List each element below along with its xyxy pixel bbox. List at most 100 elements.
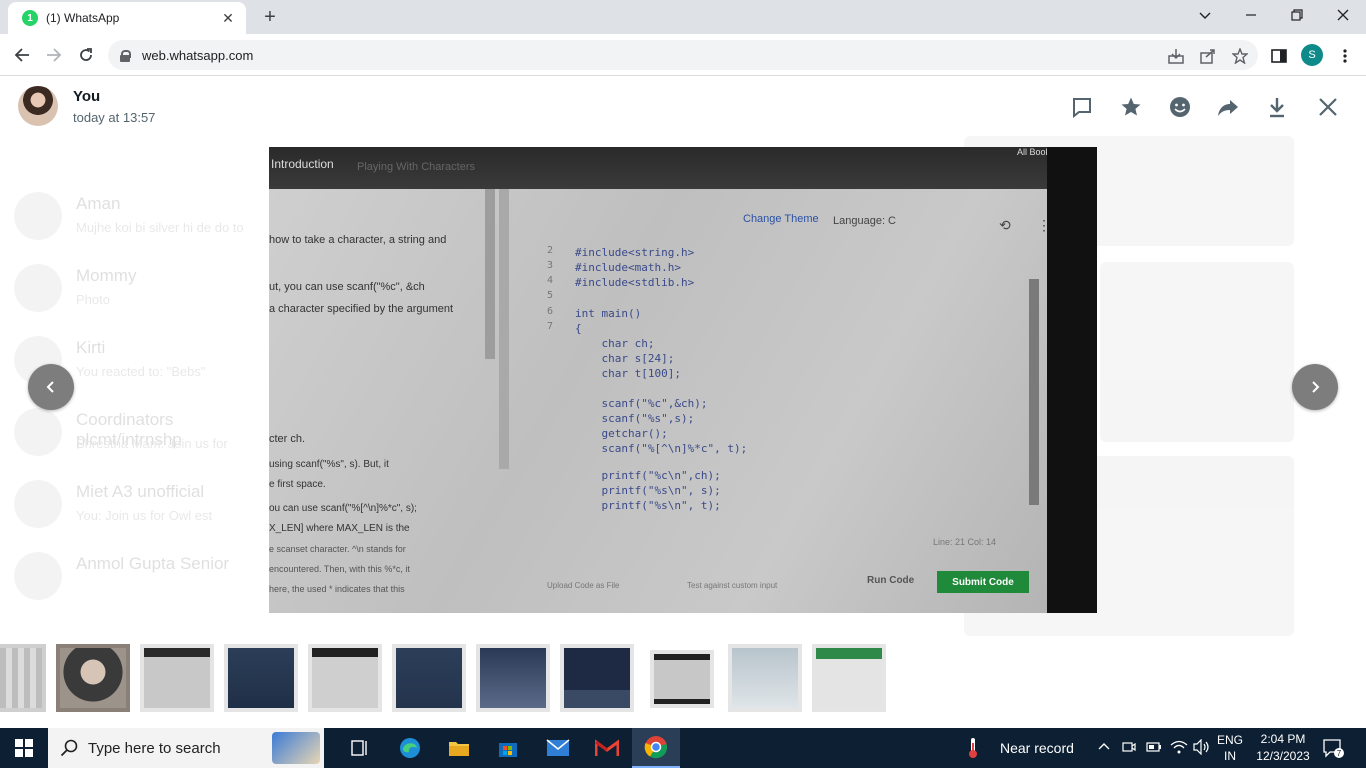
microsoft-store-icon[interactable] [484,728,532,768]
lock-icon [120,49,131,62]
restore-button[interactable] [1274,0,1320,30]
thumbnail-selected[interactable] [648,648,716,710]
react-emoji-icon[interactable] [1167,94,1193,120]
share-icon[interactable] [1199,47,1217,65]
clock-time: 2:04 PM [1260,732,1306,746]
avatar [14,264,62,312]
photo-problem-line: cter ch. [269,433,306,445]
chat-row: Aman Mujhe koi bi silver hi de do to [14,186,264,246]
close-window-button[interactable] [1320,0,1366,30]
sender-avatar [18,86,58,126]
photo-tab-introduction: Introduction [271,157,334,171]
notification-center-icon[interactable]: 7 [1322,738,1344,761]
more-menu-icon[interactable] [1336,47,1354,65]
address-bar[interactable]: web.whatsapp.com [108,40,1258,70]
input-language[interactable]: ENG IN [1217,733,1243,763]
chevron-left-icon [46,381,54,393]
avatar [14,408,62,456]
photo-status: Line: 21 Col: 14 [933,537,997,547]
region-code: IN [1224,749,1236,763]
thumbnail[interactable] [474,642,552,714]
notification-badge: 7 [1337,749,1342,758]
windows-taskbar: Type here to search Near record ENG IN 2… [0,728,1366,768]
gmail-icon[interactable] [583,728,631,768]
close-tab-icon[interactable]: ✕ [220,10,236,27]
photo-code-line: #include<stdlib.h> [575,276,695,289]
forward-icon[interactable] [1215,94,1241,120]
windows-start-icon[interactable] [0,728,48,768]
photo-line-number: 4 [547,275,554,286]
browser-tab-strip: 1 (1) WhatsApp ✕ + [0,0,1366,34]
photo-code-line: printf("%s\n", t); [575,499,721,512]
download-icon[interactable] [1264,94,1290,120]
photo-reset-icon: ⟲ [999,217,1011,233]
mail-icon[interactable] [534,728,582,768]
thumbnail[interactable] [0,642,48,714]
photo-change-theme: Change Theme [743,213,819,225]
thumbnail-strip [0,642,1366,718]
photo-problem-line: using scanf("%s", s). But, it [269,459,389,470]
photo-code-line: #include<math.h> [575,261,681,274]
volume-icon[interactable] [1193,738,1211,758]
thumbnail[interactable] [558,642,636,714]
photo-code-line: #include<string.h> [575,246,695,259]
edge-browser-icon[interactable] [386,728,434,768]
avatar [14,480,62,528]
forward-arrow-icon[interactable] [42,43,66,67]
photo-problem-line: ut, you can use scanf("%c", &ch [269,281,425,293]
go-to-message-icon[interactable] [1069,94,1095,120]
photo-editor-scrollbar [1029,279,1039,505]
chevron-up-icon[interactable] [1097,740,1111,757]
thumbnail[interactable] [306,642,384,714]
task-view-icon[interactable] [336,728,384,768]
new-tab-button[interactable]: + [258,6,282,28]
side-panel-icon[interactable] [1270,47,1288,65]
photo-problem-line: a character specified by the argument [269,303,454,315]
chat-row: Mommy Photo [14,258,264,318]
star-icon[interactable] [1118,94,1144,120]
chrome-icon[interactable] [632,728,680,768]
thumbnail[interactable] [138,642,216,714]
clock[interactable]: 2:04 PM 12/3/2023 [1256,732,1310,763]
photo-line-number: 5 [547,290,554,301]
tab-search-chevron-icon[interactable] [1182,0,1228,30]
close-viewer-icon[interactable] [1315,94,1341,120]
bookmark-star-icon[interactable] [1231,47,1249,65]
chat-row: Miet A3 unofficial You: Join us for Owl … [14,474,264,534]
photo-code-line: char t[100]; [575,367,681,380]
file-explorer-icon[interactable] [435,728,483,768]
photo-code-line: printf("%s\n", s); [575,484,721,497]
language-code: ENG [1217,733,1244,747]
thumbnail[interactable] [222,642,300,714]
previous-media-button[interactable] [28,364,74,410]
taskbar-search-box[interactable]: Type here to search [48,728,324,768]
next-media-button[interactable] [1292,364,1338,410]
clock-date: 12/3/2023 [1256,749,1310,763]
photo-bezel [1047,147,1097,613]
wifi-icon[interactable] [1170,739,1188,758]
message-timestamp: today at 13:57 [73,110,156,125]
chat-row: Anmol Gupta Senior [14,546,264,606]
tab-whatsapp[interactable]: 1 (1) WhatsApp ✕ [8,2,246,34]
chat-last-message: Photo [76,292,110,307]
media-viewer: Aman Mujhe koi bi silver hi de do to Mom… [0,76,1366,728]
search-icon [60,739,78,757]
back-arrow-icon[interactable] [10,43,34,67]
profile-avatar[interactable]: S [1301,44,1323,66]
minimize-button[interactable] [1228,0,1274,30]
battery-icon[interactable] [1146,740,1162,757]
meet-now-icon[interactable] [1122,740,1136,757]
photo-code-line: scanf("%[^\n]%*c", t); [575,442,748,455]
weather-text[interactable]: Near record [1000,740,1074,756]
thumbnail[interactable] [810,642,888,714]
thumbnail[interactable] [726,642,804,714]
photo-test-input: Test against custom input [687,581,778,590]
chat-name: Miet A3 unofficial [76,482,205,501]
thumbnail[interactable] [54,642,132,714]
photo-code-line: printf("%c\n",ch); [575,469,721,482]
chat-name: Kirti [76,338,106,357]
thumbnail[interactable] [390,642,468,714]
photo-scrollbar [499,189,509,469]
install-app-icon[interactable] [1167,47,1185,65]
reload-icon[interactable] [74,43,98,67]
